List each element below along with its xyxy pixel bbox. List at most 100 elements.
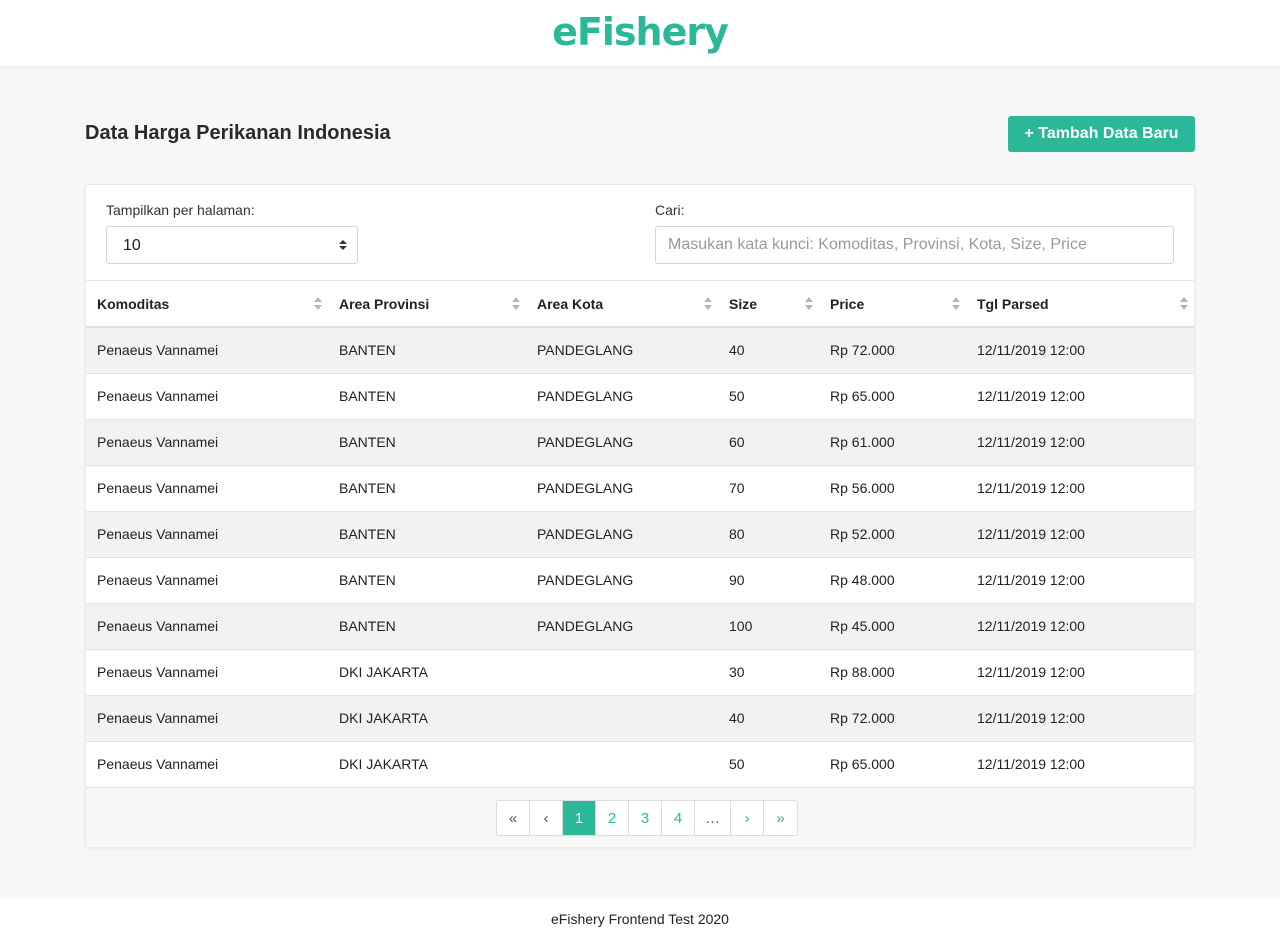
table-cell: 70	[718, 465, 819, 512]
table-cell: Rp 48.000	[819, 557, 966, 604]
next-page-button[interactable]: ›	[731, 801, 764, 835]
table-cell: PANDEGLANG	[526, 557, 718, 604]
table-cell: Penaeus Vannamei	[86, 419, 328, 466]
table-cell: 12/11/2019 12:00	[966, 465, 1194, 512]
page-1-button[interactable]: 1	[563, 801, 596, 835]
table-cell: Penaeus Vannamei	[86, 465, 328, 512]
app-header: eFishery	[0, 0, 1280, 66]
page-3-button[interactable]: 3	[629, 801, 662, 835]
table-row[interactable]: Penaeus Vannamei BANTEN PANDEGLANG 100 Rp 45…	[86, 603, 1194, 650]
table-cell: BANTEN	[328, 465, 526, 512]
table-cell: 12/11/2019 12:00	[966, 419, 1194, 466]
per-page-label: Tampilkan per halaman:	[106, 202, 255, 218]
table-cell: DKI JAKARTA	[328, 649, 526, 696]
table-row[interactable]: Penaeus Vannamei DKI JAKARTA 40 Rp 72.000 12…	[86, 695, 1194, 742]
column-header-label: Area Provinsi	[339, 295, 430, 312]
table-cell: DKI JAKARTA	[328, 695, 526, 742]
site-footer: eFishery Frontend Test 2020	[0, 898, 1280, 939]
pagination-ellipsis[interactable]: …	[695, 801, 731, 835]
per-page-value: 10	[123, 237, 141, 254]
per-page-select[interactable]: 10	[106, 226, 358, 264]
column-header[interactable]: Price	[819, 281, 966, 328]
page-heading-bar: Data Harga Perikanan Indonesia + Tambah …	[85, 116, 1195, 152]
table-row[interactable]: Penaeus Vannamei BANTEN PANDEGLANG 90 Rp 48.…	[86, 557, 1194, 604]
column-header-label: Area Kota	[537, 295, 604, 312]
table-cell: Rp 72.000	[819, 327, 966, 374]
data-table-card: Tampilkan per halaman: 10 Cari: Komodita…	[85, 184, 1195, 848]
table-cell: Penaeus Vannamei	[86, 695, 328, 742]
table-cell: 90	[718, 557, 819, 604]
pagination-bar: «‹ 1 2 3 4… ›»	[86, 787, 1194, 847]
table-cell: Rp 56.000	[819, 465, 966, 512]
table-cell: 12/11/2019 12:00	[966, 649, 1194, 696]
table-row[interactable]: Penaeus Vannamei BANTEN PANDEGLANG 80 Rp 52.…	[86, 511, 1194, 558]
sort-icon[interactable]	[952, 297, 960, 311]
sort-icon[interactable]	[805, 297, 813, 311]
table-cell: Penaeus Vannamei	[86, 327, 328, 374]
table-cell: 12/11/2019 12:00	[966, 511, 1194, 558]
column-header[interactable]: Tgl Parsed	[966, 281, 1194, 328]
table-cell: Rp 65.000	[819, 373, 966, 420]
sort-icon[interactable]	[512, 297, 520, 311]
table-cell	[526, 695, 718, 742]
table-cell: PANDEGLANG	[526, 465, 718, 512]
column-header-label: Komoditas	[97, 295, 170, 312]
table-cell: PANDEGLANG	[526, 603, 718, 650]
column-header[interactable]: Komoditas	[86, 281, 328, 328]
table-cell: BANTEN	[328, 557, 526, 604]
page-2-button[interactable]: 2	[596, 801, 629, 835]
last-page-button[interactable]: »	[764, 801, 797, 835]
table-body: Penaeus Vannamei BANTEN PANDEGLANG 40 Rp 72.…	[86, 327, 1194, 788]
table-row[interactable]: Penaeus Vannamei BANTEN PANDEGLANG 40 Rp 72.…	[86, 327, 1194, 374]
table-cell: BANTEN	[328, 603, 526, 650]
table-cell: 12/11/2019 12:00	[966, 327, 1194, 374]
table-cell: Penaeus Vannamei	[86, 373, 328, 420]
table-cell: Penaeus Vannamei	[86, 603, 328, 650]
pagination: «‹ 1 2 3 4… ›»	[496, 800, 798, 836]
table-row[interactable]: Penaeus Vannamei BANTEN PANDEGLANG 50 Rp 65.…	[86, 373, 1194, 420]
column-header[interactable]: Area Kota	[526, 281, 718, 328]
table-cell: 40	[718, 695, 819, 742]
search-label: Cari:	[655, 202, 685, 218]
sort-icon[interactable]	[314, 297, 322, 311]
table-cell: 12/11/2019 12:00	[966, 741, 1194, 788]
table-cell: 12/11/2019 12:00	[966, 557, 1194, 604]
table-row[interactable]: Penaeus Vannamei BANTEN PANDEGLANG 60 Rp 61.…	[86, 419, 1194, 466]
table-cell: 30	[718, 649, 819, 696]
table-cell: BANTEN	[328, 511, 526, 558]
add-data-button[interactable]: + Tambah Data Baru	[1008, 116, 1195, 152]
table-row[interactable]: Penaeus Vannamei DKI JAKARTA 30 Rp 88.000 12…	[86, 649, 1194, 696]
prev-page-button[interactable]: ‹	[530, 801, 563, 835]
table-cell: BANTEN	[328, 373, 526, 420]
table-cell: 50	[718, 741, 819, 788]
table-cell: Rp 72.000	[819, 695, 966, 742]
table-cell: 50	[718, 373, 819, 420]
efishery-logo[interactable]: eFishery	[552, 8, 729, 56]
column-header[interactable]: Area Provinsi	[328, 281, 526, 328]
table-cell: 60	[718, 419, 819, 466]
page-title: Data Harga Perikanan Indonesia	[85, 122, 391, 144]
column-header[interactable]: Size	[718, 281, 819, 328]
table-cell: 12/11/2019 12:00	[966, 373, 1194, 420]
table-cell: 80	[718, 511, 819, 558]
sort-icon[interactable]	[1180, 297, 1188, 311]
table-row[interactable]: Penaeus Vannamei BANTEN PANDEGLANG 70 Rp 56.…	[86, 465, 1194, 512]
page-4-button[interactable]: 4	[662, 801, 695, 835]
table-cell: Rp 65.000	[819, 741, 966, 788]
column-header-label: Size	[729, 295, 758, 312]
table-row[interactable]: Penaeus Vannamei DKI JAKARTA 50 Rp 65.000 12…	[86, 741, 1194, 788]
table-header-row: Komoditas Area Provinsi Area Kota Size Price…	[86, 281, 1194, 328]
table-cell: DKI JAKARTA	[328, 741, 526, 788]
table-cell: Penaeus Vannamei	[86, 511, 328, 558]
table-cell: Rp 88.000	[819, 649, 966, 696]
table-cell: 12/11/2019 12:00	[966, 695, 1194, 742]
sort-icon[interactable]	[704, 297, 712, 311]
first-page-button[interactable]: «	[497, 801, 530, 835]
price-table: Komoditas Area Provinsi Area Kota Size Price…	[86, 281, 1194, 788]
select-arrows-icon	[339, 237, 347, 253]
search-input[interactable]	[655, 226, 1174, 264]
table-cell: PANDEGLANG	[526, 419, 718, 466]
table-cell: Penaeus Vannamei	[86, 741, 328, 788]
table-cell: 40	[718, 327, 819, 374]
column-header-label: Price	[830, 295, 865, 312]
